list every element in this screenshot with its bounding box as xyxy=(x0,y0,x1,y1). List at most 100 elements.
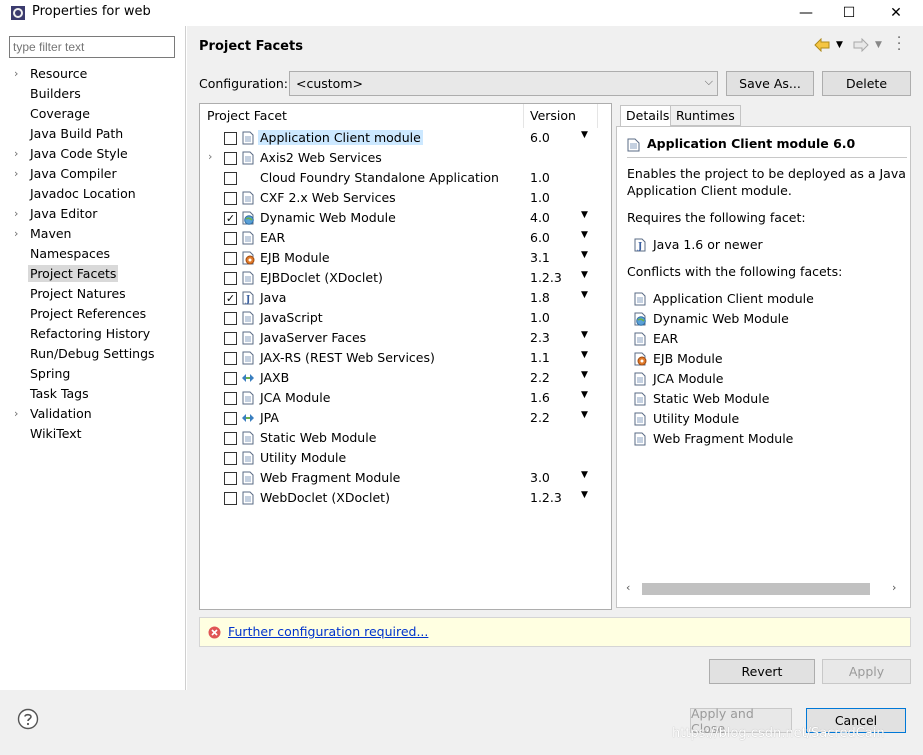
table-row[interactable]: JCA Module 1.6 ▼ xyxy=(200,388,611,408)
table-row[interactable]: Static Web Module xyxy=(200,428,611,448)
minimize-button[interactable]: — xyxy=(783,0,829,26)
scrollbar-thumb[interactable] xyxy=(642,583,870,595)
table-row[interactable]: ✓ Dynamic Web Module 4.0 ▼ xyxy=(200,208,611,228)
version-dropdown-icon[interactable]: ▼ xyxy=(581,350,588,360)
facet-version[interactable]: 3.1 xyxy=(530,250,550,265)
facet-checkbox[interactable] xyxy=(224,172,237,185)
table-row[interactable]: ✓ J Java 1.8 ▼ xyxy=(200,288,611,308)
close-button[interactable]: ✕ xyxy=(873,0,919,26)
table-row[interactable]: EJBDoclet (XDoclet) 1.2.3 ▼ xyxy=(200,268,611,288)
version-dropdown-icon[interactable]: ▼ xyxy=(581,410,588,420)
facet-checkbox[interactable] xyxy=(224,152,237,165)
facet-version[interactable]: 1.1 xyxy=(530,350,550,365)
sidebar-item-java-code-style[interactable]: › Java Code Style xyxy=(14,143,128,163)
facet-checkbox[interactable] xyxy=(224,472,237,485)
facet-checkbox[interactable]: ✓ xyxy=(224,292,237,305)
facet-checkbox[interactable] xyxy=(224,192,237,205)
table-row[interactable]: EAR 6.0 ▼ xyxy=(200,228,611,248)
facet-version[interactable]: 4.0 xyxy=(530,210,550,225)
facet-checkbox[interactable] xyxy=(224,452,237,465)
table-row[interactable]: Application Client module 6.0 ▼ xyxy=(200,128,611,148)
facet-checkbox[interactable]: ✓ xyxy=(224,212,237,225)
chevron-right-icon[interactable]: › xyxy=(208,150,212,163)
version-dropdown-icon[interactable]: ▼ xyxy=(581,490,588,500)
sidebar-item-project-natures[interactable]: Project Natures xyxy=(14,283,126,303)
facet-version[interactable]: 6.0 xyxy=(530,130,550,145)
chevron-right-icon[interactable]: › xyxy=(14,227,30,240)
version-dropdown-icon[interactable]: ▼ xyxy=(581,390,588,400)
sidebar-item-run-debug-settings[interactable]: Run/Debug Settings xyxy=(14,343,155,363)
sidebar-item-project-facets[interactable]: Project Facets xyxy=(14,263,119,283)
version-dropdown-icon[interactable]: ▼ xyxy=(581,330,588,340)
sidebar-item-maven[interactable]: › Maven xyxy=(14,223,71,243)
table-row[interactable]: Utility Module xyxy=(200,448,611,468)
version-dropdown-icon[interactable]: ▼ xyxy=(581,230,588,240)
table-row[interactable]: JAX-RS (REST Web Services) 1.1 ▼ xyxy=(200,348,611,368)
facet-version[interactable]: 1.2.3 xyxy=(530,270,562,285)
apply-button[interactable]: Apply xyxy=(822,659,911,684)
help-icon[interactable] xyxy=(17,708,39,730)
sidebar-item-project-references[interactable]: Project References xyxy=(14,303,146,323)
column-header-version[interactable]: Version xyxy=(530,108,576,123)
view-menu-icon[interactable]: · · · xyxy=(897,32,901,57)
forward-arrow-icon[interactable] xyxy=(853,38,869,52)
table-row[interactable]: JPA 2.2 ▼ xyxy=(200,408,611,428)
version-dropdown-icon[interactable]: ▼ xyxy=(581,290,588,300)
scroll-left-icon[interactable]: ‹ xyxy=(626,581,630,594)
tab-details[interactable]: Details xyxy=(620,105,676,127)
table-row[interactable]: EJB Module 3.1 ▼ xyxy=(200,248,611,268)
chevron-right-icon[interactable]: › xyxy=(14,67,30,80)
facet-checkbox[interactable] xyxy=(224,412,237,425)
facet-version[interactable]: 1.2.3 xyxy=(530,490,562,505)
tab-runtimes[interactable]: Runtimes xyxy=(670,105,741,126)
details-horizontal-scrollbar[interactable]: ‹ › xyxy=(622,580,906,598)
delete-button[interactable]: Delete xyxy=(822,71,911,96)
table-row[interactable]: › Axis2 Web Services xyxy=(200,148,611,168)
version-dropdown-icon[interactable]: ▼ xyxy=(581,470,588,480)
version-dropdown-icon[interactable]: ▼ xyxy=(581,270,588,280)
table-row[interactable]: JavaScript 1.0 xyxy=(200,308,611,328)
sidebar-item-task-tags[interactable]: Task Tags xyxy=(14,383,89,403)
facet-checkbox[interactable] xyxy=(224,372,237,385)
sidebar-item-java-compiler[interactable]: › Java Compiler xyxy=(14,163,117,183)
facet-checkbox[interactable] xyxy=(224,432,237,445)
facet-checkbox[interactable] xyxy=(224,232,237,245)
sidebar-item-coverage[interactable]: Coverage xyxy=(14,103,90,123)
back-dropdown-icon[interactable]: ▼ xyxy=(836,40,843,50)
facet-checkbox[interactable] xyxy=(224,392,237,405)
sidebar-item-namespaces[interactable]: Namespaces xyxy=(14,243,110,263)
sidebar-item-java-editor[interactable]: › Java Editor xyxy=(14,203,97,223)
facet-version[interactable]: 1.6 xyxy=(530,390,550,405)
sidebar-item-validation[interactable]: › Validation xyxy=(14,403,92,423)
facet-checkbox[interactable] xyxy=(224,132,237,145)
table-row[interactable]: Cloud Foundry Standalone Application 1.0 xyxy=(200,168,611,188)
version-dropdown-icon[interactable]: ▼ xyxy=(581,370,588,380)
column-header-facet[interactable]: Project Facet xyxy=(207,108,287,123)
facet-version[interactable]: 1.8 xyxy=(530,290,550,305)
sidebar-item-builders[interactable]: Builders xyxy=(14,83,81,103)
chevron-right-icon[interactable]: › xyxy=(14,207,30,220)
save-as-button[interactable]: Save As... xyxy=(726,71,814,96)
chevron-right-icon[interactable]: › xyxy=(14,147,30,160)
further-configuration-link[interactable]: Further configuration required... xyxy=(228,624,428,639)
facet-checkbox[interactable] xyxy=(224,332,237,345)
sidebar-item-wikitext[interactable]: WikiText xyxy=(14,423,82,443)
facet-version[interactable]: 2.3 xyxy=(530,330,550,345)
version-dropdown-icon[interactable]: ▼ xyxy=(581,250,588,260)
table-row[interactable]: CXF 2.x Web Services 1.0 xyxy=(200,188,611,208)
table-row[interactable]: WebDoclet (XDoclet) 1.2.3 ▼ xyxy=(200,488,611,508)
version-dropdown-icon[interactable]: ▼ xyxy=(581,130,588,140)
facet-checkbox[interactable] xyxy=(224,272,237,285)
table-row[interactable]: JAXB 2.2 ▼ xyxy=(200,368,611,388)
table-row[interactable]: Web Fragment Module 3.0 ▼ xyxy=(200,468,611,488)
sidebar-item-spring[interactable]: Spring xyxy=(14,363,70,383)
facet-checkbox[interactable] xyxy=(224,312,237,325)
configuration-select[interactable]: <custom> ⌵ xyxy=(289,71,718,96)
facet-checkbox[interactable] xyxy=(224,352,237,365)
facet-checkbox[interactable] xyxy=(224,252,237,265)
sidebar-item-javadoc-location[interactable]: Javadoc Location xyxy=(14,183,136,203)
forward-dropdown-icon[interactable]: ▼ xyxy=(875,40,882,50)
filter-input[interactable] xyxy=(9,36,175,58)
chevron-right-icon[interactable]: › xyxy=(14,167,30,180)
table-row[interactable]: JavaServer Faces 2.3 ▼ xyxy=(200,328,611,348)
